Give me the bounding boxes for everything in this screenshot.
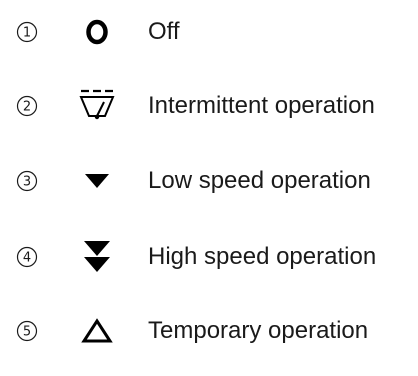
legend-item-off: 1 Off (0, 12, 418, 52)
item-number-badge: 3 (16, 170, 38, 192)
legend-item-temporary: 5 Temporary operation (0, 311, 418, 351)
item-number: 2 (23, 100, 31, 115)
item-number-badge: 1 (16, 21, 38, 43)
item-number-badge: 4 (16, 246, 38, 268)
item-label: Temporary operation (148, 317, 369, 344)
item-label: Low speed operation (148, 167, 371, 194)
legend-item-low-speed: 3 Low speed operation (0, 161, 418, 201)
item-number-badge: 2 (16, 95, 38, 117)
item-label: High speed operation (148, 243, 377, 270)
wiper-switch-legend: 1 Off 2 Intermittent operation 3 Low spe… (0, 0, 418, 376)
item-label: Intermittent operation (148, 92, 375, 119)
item-label: Off (148, 18, 180, 45)
item-number: 1 (23, 26, 31, 41)
item-number-badge: 5 (16, 320, 38, 342)
double-down-triangle-icon (75, 237, 119, 277)
item-number: 3 (23, 175, 31, 190)
legend-item-intermittent: 2 Intermittent operation (0, 86, 418, 126)
single-down-triangle-icon (75, 161, 119, 201)
off-circle-icon (75, 12, 119, 52)
wiper-intermittent-icon (75, 86, 119, 126)
item-number: 5 (23, 325, 31, 340)
item-number: 4 (23, 251, 31, 266)
legend-item-high-speed: 4 High speed operation (0, 237, 418, 277)
outline-up-triangle-icon (75, 311, 119, 351)
